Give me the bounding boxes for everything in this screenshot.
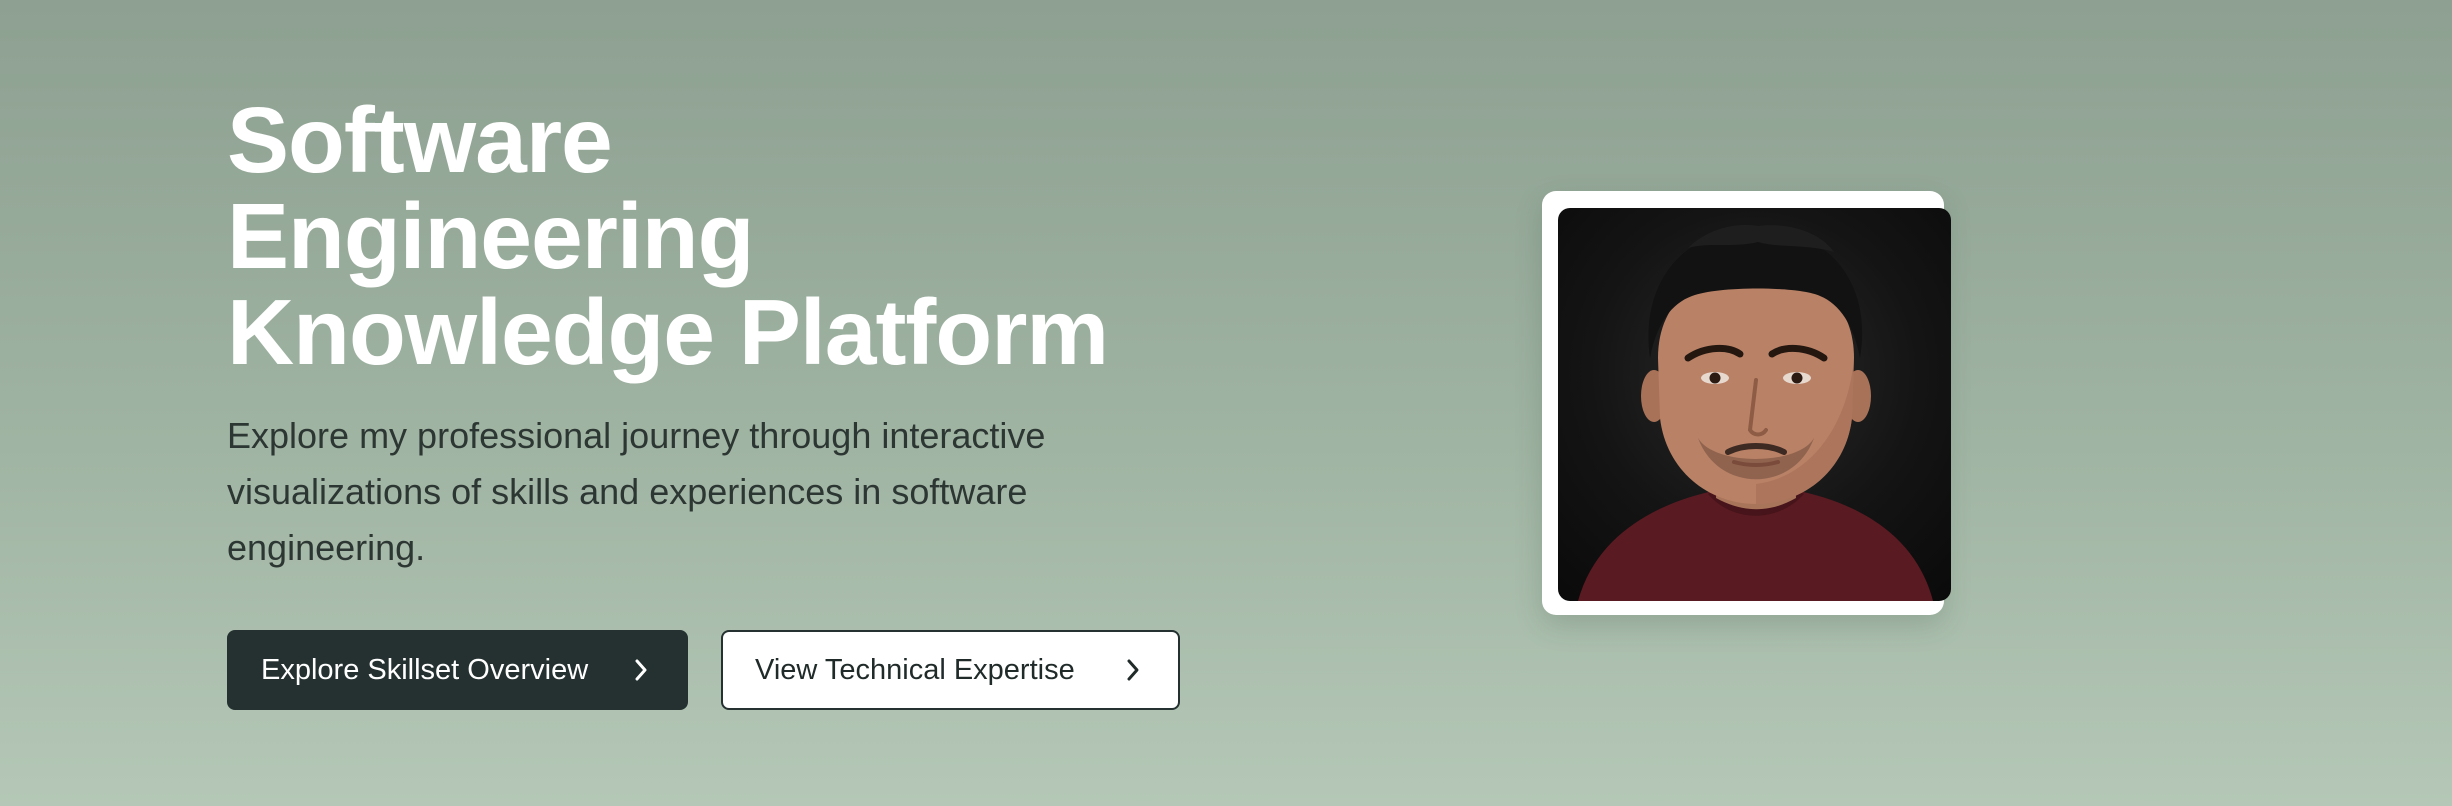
hero-title: Software Engineering Knowledge Platform [227,92,1207,380]
view-technical-expertise-button-label: View Technical Expertise [755,653,1075,686]
chevron-right-icon [628,657,654,683]
hero-section: Software Engineering Knowledge Platform … [0,0,2452,806]
hero-title-line-2: Engineering [227,184,754,288]
hero-text-column: Software Engineering Knowledge Platform … [227,92,1207,710]
explore-skillset-button-label: Explore Skillset Overview [261,653,589,686]
hero-title-line-1: Software [227,88,613,192]
profile-photo-card [1542,191,1951,615]
hero-subtitle: Explore my professional journey through … [227,415,1046,568]
explore-skillset-button[interactable]: Explore Skillset Overview [227,630,688,710]
chevron-right-icon [1120,657,1146,683]
hero-actions: Explore Skillset Overview View Technical… [227,630,1207,710]
view-technical-expertise-button[interactable]: View Technical Expertise [721,630,1180,710]
hero-title-line-3: Knowledge Platform [227,280,1109,384]
portrait-photo [1558,208,1951,601]
